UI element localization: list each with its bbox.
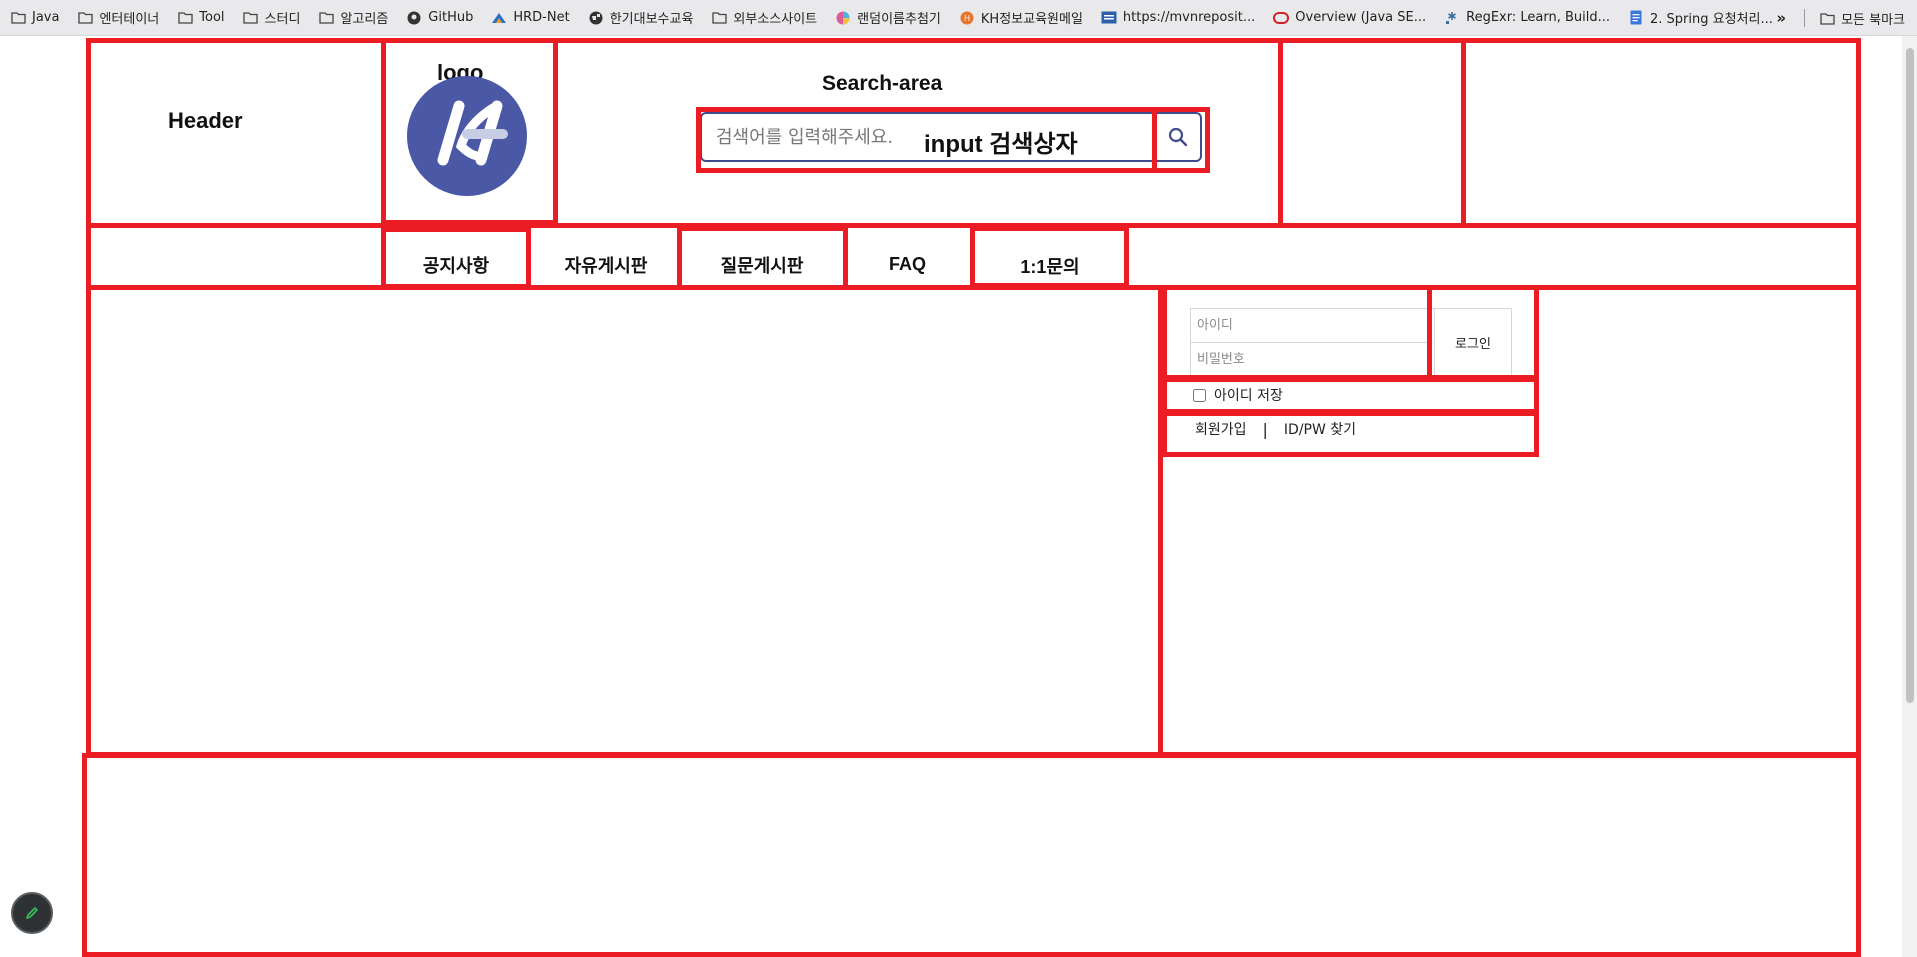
remember-id-checkbox[interactable]: [1193, 388, 1206, 402]
bookmark-label: HRD-Net: [513, 10, 570, 25]
kh-icon: H: [959, 10, 975, 26]
bookmark-mvn[interactable]: https://mvnreposit...: [1101, 10, 1255, 26]
bookmark-spring[interactable]: 2. Spring 요청처리...: [1628, 8, 1773, 27]
bookmark-label: 한기대보수교육: [609, 12, 694, 27]
bookmark-all[interactable]: 모든 북마크: [1819, 9, 1905, 28]
bookmark-label: 엔터테이너: [99, 12, 160, 27]
bookmark-label: https://mvnreposit...: [1122, 10, 1256, 25]
signup-link[interactable]: 회원가입: [1195, 419, 1247, 439]
bookmark-tool[interactable]: Tool: [177, 10, 225, 26]
bookmarks-separator: [1804, 9, 1806, 27]
bookmark-random[interactable]: 랜덤이름추첨기: [835, 8, 941, 27]
pencil-icon: [26, 907, 38, 919]
nav-notice[interactable]: 공지사항: [386, 252, 526, 278]
bookmark-label: 외부소스사이트: [733, 12, 818, 27]
find-id-pw-link[interactable]: ID/PW 찾기: [1284, 419, 1356, 439]
svg-text:H: H: [964, 14, 970, 23]
folder-icon: [77, 10, 93, 26]
bookmark-regexr[interactable]: RegExr: Learn, Build...: [1444, 10, 1610, 26]
globe-icon: [588, 10, 604, 26]
hrd-icon: [491, 10, 507, 26]
bookmark-external[interactable]: 외부소스사이트: [711, 8, 817, 27]
bookmark-koreatech[interactable]: 한기대보수교육: [588, 8, 694, 27]
more-bookmarks-button[interactable]: »: [1776, 9, 1786, 27]
login-button-outline: [1427, 285, 1539, 380]
bookmarks-bar: Java 엔터테이너 Tool 스터디 알고리즘 GitHub HRD-Net …: [0, 0, 1917, 36]
bookmark-label: 모든 북마크: [1841, 12, 1905, 28]
link-separator: |: [1262, 419, 1268, 439]
page-scrollbar[interactable]: [1902, 36, 1917, 957]
folder-icon: [711, 10, 727, 26]
kh-logo-icon: [437, 100, 508, 166]
folder-icon: [177, 10, 193, 26]
bookmark-label: 2. Spring 요청처리...: [1650, 12, 1773, 27]
github-icon: [406, 10, 422, 26]
footer-box: [82, 753, 1861, 957]
edit-button[interactable]: [11, 892, 53, 934]
account-links: 회원가입 | ID/PW 찾기: [1195, 419, 1356, 439]
bookmark-label: Java: [32, 10, 60, 25]
bookmarks-right: » 모든 북마크: [1776, 0, 1905, 36]
right-header-box: [1278, 38, 1466, 228]
search-icon: [1168, 127, 1188, 147]
login-fields-outline: [1162, 285, 1432, 380]
remember-id: 아이디 저장: [1193, 385, 1283, 405]
bookmark-algorithm[interactable]: 알고리즘: [318, 8, 388, 27]
bookmark-kh-mail[interactable]: H KH정보교육원메일: [959, 8, 1083, 27]
nav-question-board[interactable]: 질문게시판: [682, 252, 842, 278]
bookmark-github[interactable]: GitHub: [406, 10, 473, 26]
search-area-label: Search-area: [822, 72, 943, 95]
folder-icon: [10, 10, 26, 26]
input-box-label: input 검색상자: [924, 131, 1078, 158]
folder-icon: [243, 10, 259, 26]
bookmark-java-se[interactable]: Overview (Java SE...: [1273, 10, 1426, 26]
bookmark-study[interactable]: 스터디: [243, 8, 301, 27]
bookmark-hrd[interactable]: HRD-Net: [491, 10, 570, 26]
folder-icon: [318, 10, 334, 26]
bookmark-label: Tool: [199, 10, 225, 25]
bookmark-label: 스터디: [264, 12, 301, 27]
bookmark-label: KH정보교육원메일: [980, 12, 1083, 27]
scrollbar-thumb[interactable]: [1906, 48, 1914, 703]
bookmark-label: 알고리즘: [340, 12, 389, 27]
header-label: Header: [168, 108, 243, 133]
nav-inquiry[interactable]: 1:1문의: [975, 253, 1125, 279]
doc-icon: [1628, 10, 1644, 26]
regexr-icon: [1444, 10, 1460, 26]
bookmark-label: GitHub: [428, 10, 474, 25]
mvn-icon: [1101, 10, 1117, 26]
logo-image[interactable]: [407, 76, 527, 196]
bookmark-label: RegExr: Learn, Build...: [1466, 10, 1611, 25]
remember-id-label[interactable]: 아이디 저장: [1214, 385, 1283, 405]
bookmark-label: 랜덤이름추첨기: [857, 12, 941, 27]
color-wheel-icon: [835, 10, 851, 26]
nav-faq[interactable]: FAQ: [850, 254, 965, 275]
bookmark-label: Overview (Java SE...: [1295, 10, 1427, 25]
search-button[interactable]: [1157, 115, 1199, 159]
nav-free-board[interactable]: 자유게시판: [536, 252, 676, 278]
bookmark-java[interactable]: Java: [10, 10, 59, 26]
folder-icon: [1819, 10, 1835, 26]
oracle-icon: [1273, 10, 1290, 26]
bookmark-entertainer[interactable]: 엔터테이너: [77, 8, 159, 27]
